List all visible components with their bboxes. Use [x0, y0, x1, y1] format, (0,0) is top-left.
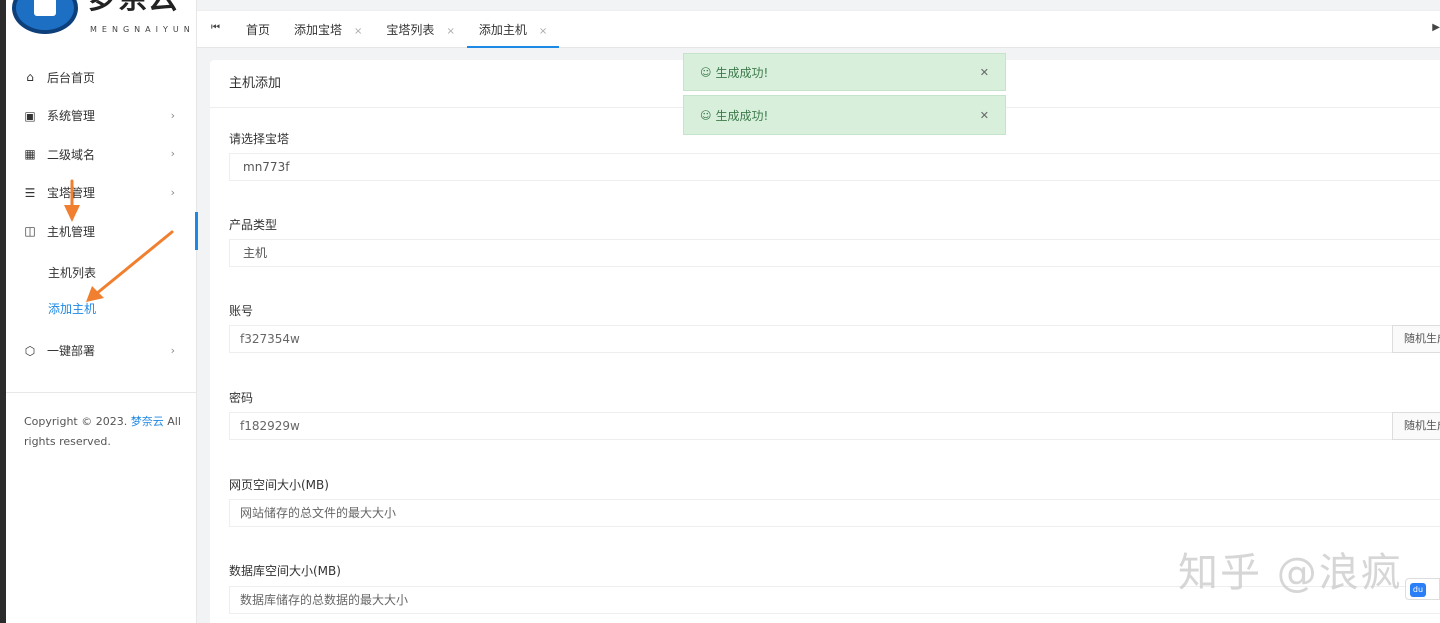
chevron-right-icon: › — [170, 185, 175, 199]
tab-bar: ⏮ 首页 添加宝塔 × 宝塔列表 × 添加主机 × ▶ — [197, 10, 1440, 48]
sidebar-item-home[interactable]: ⌂ 后台首页 — [6, 58, 197, 97]
bt-select[interactable]: mn773f — [229, 153, 1440, 181]
host-add-card: 主机添加 请选择宝塔 mn773f 产品类型 主机 账号 f327354w 随机… — [210, 60, 1440, 623]
logo-subtitle: MENGNAIYUN — [90, 25, 195, 34]
sidebar-item-label: 一键部署 — [47, 344, 96, 359]
hexagon-icon: ⬡ — [24, 343, 36, 358]
sidebar-item-subdomain[interactable]: ▦ 二级域名 › — [6, 135, 197, 174]
tab-scroll-right-icon[interactable]: ▶ — [1432, 22, 1440, 33]
du-badge[interactable]: du — [1405, 578, 1440, 600]
tabs: 首页 添加宝塔 × 宝塔列表 × 添加主机 × — [234, 11, 560, 48]
copyright: Copyright © 2023. 梦奈云 All rights reserve… — [24, 412, 184, 452]
sidebar-item-host[interactable]: ◫ 主机管理 — [6, 212, 198, 251]
smile-icon: ☺ — [700, 108, 712, 122]
copyright-brand-link[interactable]: 梦奈云 — [131, 415, 164, 428]
random-password-button[interactable]: 随机生成 — [1392, 412, 1440, 440]
sidebar-subitem-host-list[interactable]: 主机列表 — [6, 255, 197, 291]
tab-home[interactable]: 首页 — [234, 11, 282, 48]
sidebar-item-label: 二级域名 — [47, 147, 96, 162]
toast-text: 生成成功! — [715, 108, 769, 123]
web-size-label: 网页空间大小(MB) — [229, 478, 329, 492]
toast-notification: ☺ 生成成功! ✕ — [683, 95, 1006, 135]
sidebar-item-system[interactable]: ▣ 系统管理 › — [6, 97, 197, 136]
product-type-select[interactable]: 主机 — [229, 239, 1440, 267]
host-submenu: 主机列表 添加主机 — [6, 251, 197, 327]
chevron-right-icon: › — [170, 108, 175, 122]
account-field[interactable]: f327354w — [229, 325, 1393, 353]
table-icon: ◫ — [24, 224, 36, 239]
tab-scroll-left-icon[interactable]: ⏮ — [211, 22, 220, 33]
toast-text: 生成成功! — [715, 65, 769, 80]
sidebar: 梦奈云 MENGNAIYUN ⌂ 后台首页 ▣ 系统管理 › ▦ 二级域名 › … — [6, 0, 198, 623]
close-icon[interactable]: × — [354, 26, 362, 37]
sidebar-item-label: 宝塔管理 — [47, 186, 96, 201]
sidebar-item-label: 主机管理 — [47, 224, 96, 239]
sidebar-item-label: 系统管理 — [47, 109, 96, 124]
password-field[interactable]: f182929w — [229, 412, 1393, 440]
du-icon: du — [1410, 583, 1426, 597]
logo-text: 梦奈云 — [88, 0, 178, 16]
chevron-right-icon: › — [170, 147, 175, 160]
logo-icon — [12, 0, 78, 34]
tab-add-baota[interactable]: 添加宝塔 × — [282, 11, 374, 48]
close-icon[interactable]: ✕ — [980, 109, 989, 122]
logo[interactable]: 梦奈云 MENGNAIYUN — [12, 0, 197, 36]
sidebar-item-label: 后台首页 — [47, 70, 96, 85]
tab-label: 首页 — [246, 23, 271, 37]
chevron-right-icon: › — [170, 343, 175, 357]
random-account-button[interactable]: 随机生成 — [1392, 325, 1440, 353]
sidebar-item-baota[interactable]: ☰ 宝塔管理 › — [6, 174, 197, 213]
smile-icon: ☺ — [700, 65, 712, 79]
copyright-prefix: Copyright © 2023. — [24, 415, 128, 428]
tab-label: 添加宝塔 — [294, 23, 343, 37]
terminal-icon: ▣ — [24, 108, 36, 123]
toast-notification: ☺ 生成成功! ✕ — [683, 53, 1006, 91]
tab-label: 添加主机 — [478, 23, 527, 37]
web-size-field[interactable]: 网站储存的总文件的最大大小 — [229, 499, 1440, 527]
building-icon: ▦ — [24, 147, 36, 162]
tab-label: 宝塔列表 — [386, 23, 435, 37]
db-size-label: 数据库空间大小(MB) — [229, 564, 341, 578]
watermark: 知乎 @浪疯 — [1178, 550, 1403, 596]
bt-select-label: 请选择宝塔 — [229, 132, 290, 146]
sidebar-subitem-add-host[interactable]: 添加主机 — [6, 291, 197, 327]
product-type-label: 产品类型 — [229, 218, 278, 232]
server-icon: ☰ — [24, 185, 36, 200]
sidebar-divider — [6, 392, 197, 393]
sidebar-menu: ⌂ 后台首页 ▣ 系统管理 › ▦ 二级域名 › ☰ 宝塔管理 › ◫ 主机管理… — [6, 58, 198, 371]
sidebar-item-deploy[interactable]: ⬡ 一键部署 › — [6, 332, 197, 371]
close-icon[interactable]: × — [446, 26, 454, 37]
home-icon: ⌂ — [26, 70, 34, 85]
close-icon[interactable]: ✕ — [980, 66, 989, 79]
tab-baota-list[interactable]: 宝塔列表 × — [374, 11, 466, 48]
account-label: 账号 — [229, 304, 254, 318]
password-label: 密码 — [229, 391, 254, 405]
tab-add-host[interactable]: 添加主机 × — [466, 11, 560, 48]
close-icon[interactable]: × — [539, 26, 547, 37]
